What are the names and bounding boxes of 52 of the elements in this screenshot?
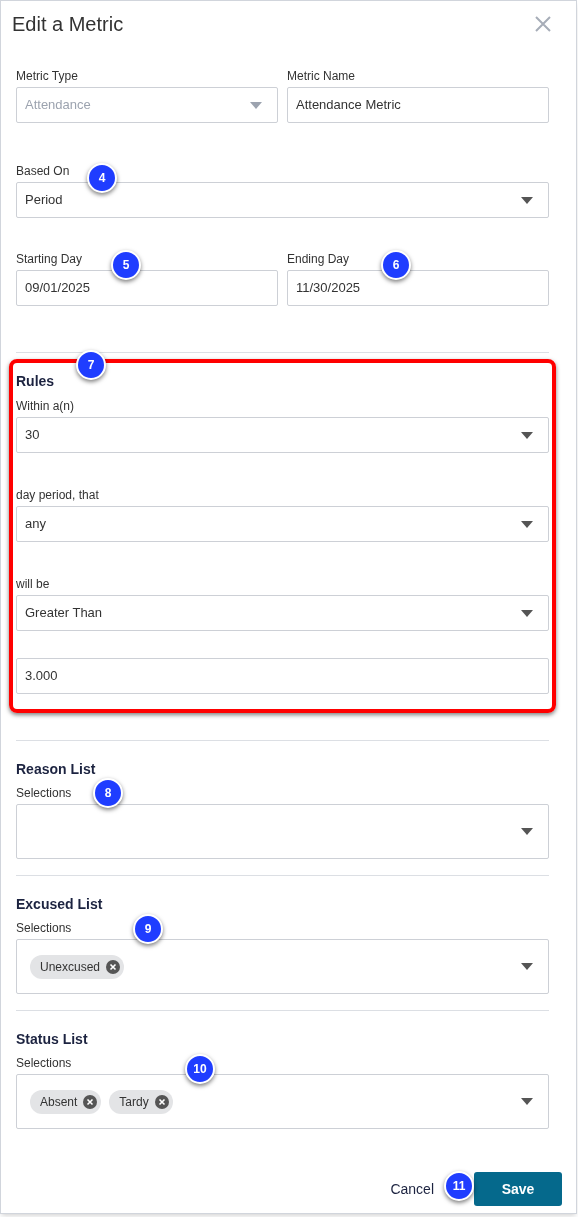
- dialog-title: Edit a Metric: [12, 12, 124, 37]
- field-label: Metric Type: [16, 69, 78, 83]
- dropdown[interactable]: any: [16, 506, 549, 542]
- caret-icon: [521, 520, 533, 528]
- caret-icon: [250, 101, 262, 109]
- step-badge: 9: [133, 914, 163, 944]
- field-label: Based On: [16, 164, 70, 178]
- remove-icon[interactable]: [83, 1094, 98, 1109]
- field-label: Selections: [16, 786, 72, 800]
- field-label: Within a(n): [16, 399, 74, 413]
- caret-icon: [521, 1098, 533, 1105]
- field-label: Starting Day: [16, 252, 83, 266]
- step-badge: 5: [111, 250, 141, 280]
- caret-icon: [521, 196, 533, 204]
- step-badge: 6: [381, 250, 411, 280]
- input-field[interactable]: 11/30/2025: [287, 270, 549, 306]
- caret-icon: [521, 609, 533, 617]
- input-field[interactable]: 09/01/2025: [16, 270, 278, 306]
- selection-chip[interactable]: Absent: [30, 1089, 102, 1114]
- step-badge: 4: [87, 163, 117, 193]
- remove-icon[interactable]: [154, 1094, 169, 1109]
- input-field[interactable]: 3.000: [16, 658, 549, 694]
- field-label: Selections: [16, 1056, 72, 1070]
- step-badge: 8: [93, 778, 123, 808]
- step-badge: 10: [185, 1054, 215, 1084]
- field-label: Selections: [16, 921, 72, 935]
- multi-select-field[interactable]: [16, 804, 549, 859]
- dropdown: Attendance: [16, 87, 278, 123]
- field-label: day period, that: [16, 488, 99, 502]
- caret-icon: [521, 963, 533, 970]
- section-title: Status List: [16, 1031, 88, 1047]
- cancel-button[interactable]: Cancel: [390, 1178, 434, 1200]
- field-label: Metric Name: [287, 69, 355, 83]
- selection-chip[interactable]: Unexcused: [30, 954, 125, 979]
- step-badge: 7: [76, 350, 106, 380]
- section-title: Rules: [16, 373, 55, 389]
- remove-icon[interactable]: [106, 959, 121, 974]
- caret-icon: [521, 431, 533, 439]
- dropdown[interactable]: 30: [16, 417, 549, 453]
- dropdown[interactable]: Greater Than: [16, 595, 549, 631]
- save-button[interactable]: Save: [474, 1172, 562, 1206]
- multi-select-field[interactable]: Unexcused: [16, 939, 549, 994]
- dropdown[interactable]: Period: [16, 182, 549, 218]
- section-title: Reason List: [16, 761, 96, 777]
- input-field[interactable]: Attendance Metric: [287, 87, 549, 123]
- step-badge: 11: [444, 1171, 474, 1201]
- caret-icon: [521, 828, 533, 835]
- field-label: Ending Day: [287, 252, 350, 266]
- field-label: will be: [16, 577, 50, 591]
- selection-chip[interactable]: Tardy: [109, 1089, 173, 1114]
- multi-select-field[interactable]: Absent Tardy: [16, 1074, 549, 1129]
- section-title: Excused List: [16, 896, 103, 912]
